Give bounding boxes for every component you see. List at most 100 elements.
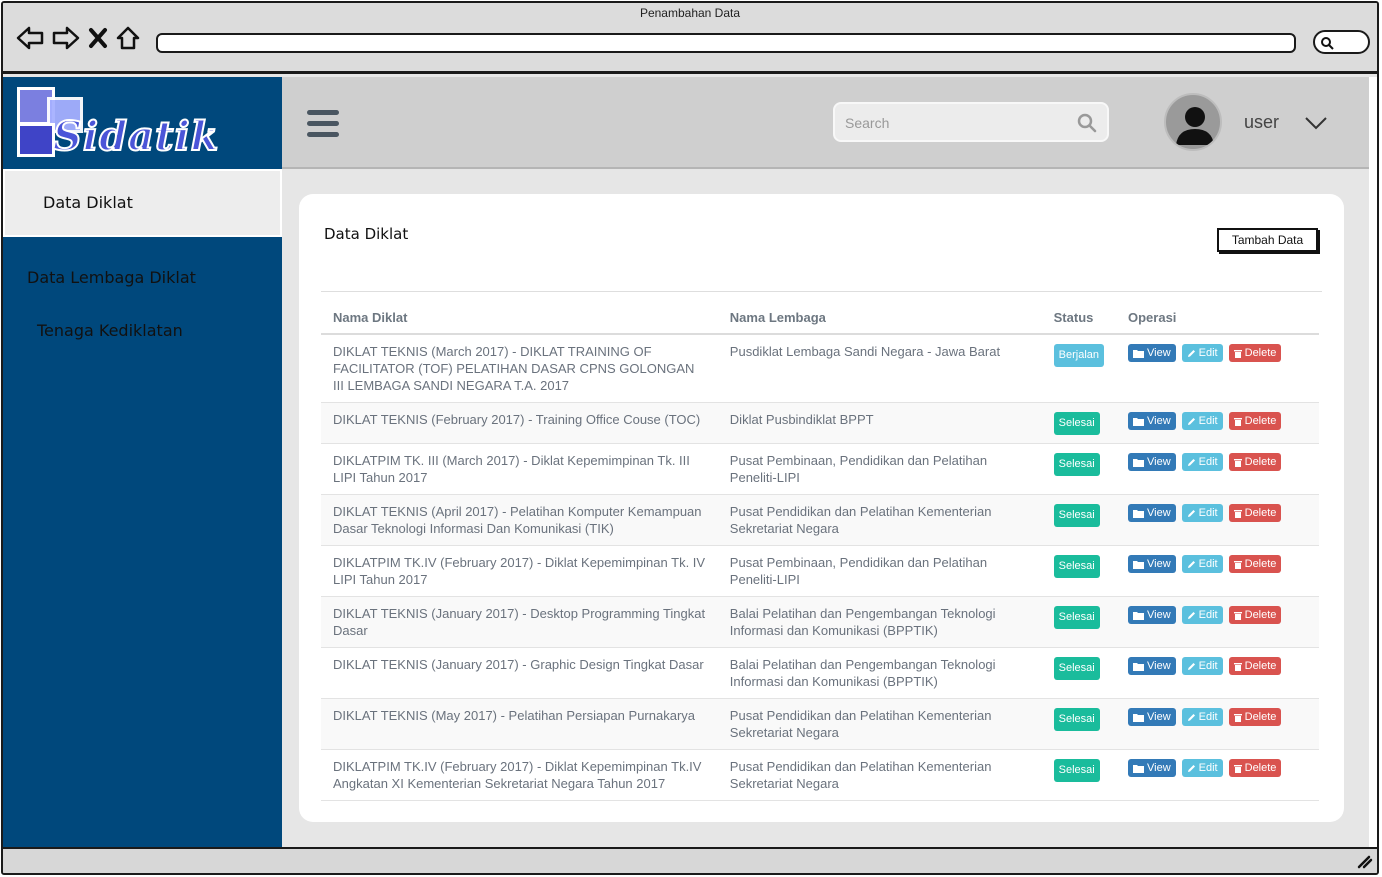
arrow-right-icon[interactable] <box>51 25 81 51</box>
cell-operasi: View Edit Delete <box>1116 749 1319 801</box>
view-button[interactable]: View <box>1128 657 1176 675</box>
delete-button[interactable]: Delete <box>1228 657 1282 675</box>
user-avatar-icon[interactable] <box>1164 93 1222 151</box>
view-button[interactable]: View <box>1128 708 1176 726</box>
edit-button[interactable]: Edit <box>1181 708 1223 726</box>
delete-button-label: Delete <box>1244 347 1277 359</box>
scrollbar-track[interactable] <box>1369 77 1377 847</box>
search-input[interactable] <box>845 112 1065 134</box>
table-row: DIKLATPIM TK.IV (February 2017) - Diklat… <box>321 749 1319 801</box>
home-icon[interactable] <box>115 25 141 51</box>
edit-button-label: Edit <box>1198 711 1218 723</box>
edit-button-label: Edit <box>1198 762 1218 774</box>
column-header-status[interactable]: Status <box>1041 302 1116 335</box>
sidebar-item-label: Data Lembaga Diklat <box>27 268 196 287</box>
folder-icon <box>1133 713 1144 722</box>
address-bar[interactable] <box>156 33 1296 53</box>
delete-button-label: Delete <box>1244 456 1277 468</box>
search-icon <box>1321 37 1334 50</box>
delete-button[interactable]: Delete <box>1228 453 1282 471</box>
edit-button[interactable]: Edit <box>1181 453 1223 471</box>
cell-status: Selesai <box>1041 698 1116 750</box>
edit-button[interactable]: Edit <box>1181 555 1223 573</box>
search-icon[interactable] <box>1077 113 1097 137</box>
status-badge: Selesai <box>1053 657 1100 680</box>
resize-grip-icon[interactable] <box>1355 853 1373 873</box>
user-name[interactable]: user <box>1244 112 1279 133</box>
folder-icon <box>1133 611 1144 620</box>
edit-button[interactable]: Edit <box>1181 504 1223 522</box>
browser-nav <box>15 25 141 51</box>
close-icon[interactable] <box>87 25 109 51</box>
cell-nama-lembaga: Pusat Pembinaan, Pendidikan dan Pelatiha… <box>717 443 1042 495</box>
arrow-left-icon[interactable] <box>15 25 45 51</box>
delete-button-label: Delete <box>1244 762 1277 774</box>
view-button[interactable]: View <box>1128 606 1176 624</box>
delete-button-label: Delete <box>1244 558 1277 570</box>
delete-button[interactable]: Delete <box>1228 708 1282 726</box>
cell-status: Selesai <box>1041 402 1116 444</box>
edit-button[interactable]: Edit <box>1181 412 1223 430</box>
cell-nama-diklat: DIKLAT TEKNIS (March 2017) - DIKLAT TRAI… <box>321 334 718 403</box>
edit-button[interactable]: Edit <box>1181 657 1223 675</box>
app-logo[interactable]: Sidatik <box>13 85 219 161</box>
view-button-label: View <box>1147 558 1171 570</box>
delete-button[interactable]: Delete <box>1228 759 1282 777</box>
add-data-button[interactable]: Tambah Data <box>1217 228 1318 252</box>
view-button[interactable]: View <box>1128 504 1176 522</box>
cell-operasi: View Edit Delete <box>1116 545 1319 597</box>
delete-button[interactable]: Delete <box>1228 412 1282 430</box>
delete-button[interactable]: Delete <box>1228 555 1282 573</box>
sidebar-item-data-diklat[interactable]: Data Diklat <box>3 169 282 237</box>
cell-nama-diklat: DIKLAT TEKNIS (May 2017) - Pelatihan Per… <box>321 698 718 750</box>
delete-button-label: Delete <box>1244 507 1277 519</box>
edit-button[interactable]: Edit <box>1181 344 1223 362</box>
view-button[interactable]: View <box>1128 412 1176 430</box>
table-header-row: Nama Diklat Nama Lembaga Status Operasi <box>321 302 1319 335</box>
edit-button[interactable]: Edit <box>1181 759 1223 777</box>
delete-button[interactable]: Delete <box>1228 606 1282 624</box>
search-box <box>833 102 1109 142</box>
trash-icon <box>1233 349 1242 358</box>
delete-button-label: Delete <box>1244 415 1277 427</box>
view-button[interactable]: View <box>1128 344 1176 362</box>
status-badge: Selesai <box>1053 412 1100 435</box>
data-table: Nama Diklat Nama Lembaga Status Operasi … <box>321 302 1319 801</box>
view-button[interactable]: View <box>1128 453 1176 471</box>
cell-nama-lembaga: Pusdiklat Lembaga Sandi Negara - Jawa Ba… <box>717 334 1042 403</box>
edit-button-label: Edit <box>1198 660 1218 672</box>
cell-nama-diklat: DIKLAT TEKNIS (February 2017) - Training… <box>321 402 718 444</box>
view-button-label: View <box>1147 711 1171 723</box>
cell-nama-diklat: DIKLATPIM TK.IV (February 2017) - Diklat… <box>321 545 718 597</box>
delete-button[interactable]: Delete <box>1228 504 1282 522</box>
view-button-label: View <box>1147 660 1171 672</box>
sidebar-item-tenaga-kediklatan[interactable]: Tenaga Kediklatan <box>3 318 282 348</box>
status-badge: Berjalan <box>1053 344 1104 367</box>
table-row: DIKLAT TEKNIS (April 2017) - Pelatihan K… <box>321 494 1319 546</box>
folder-icon <box>1133 417 1144 426</box>
browser-window: Penambahan Data Sidatik Data Diklat Data… <box>1 1 1379 875</box>
hamburger-icon[interactable] <box>307 110 339 137</box>
status-badge: Selesai <box>1053 555 1100 578</box>
browser-search-field[interactable] <box>1313 30 1370 54</box>
pencil-icon <box>1187 560 1196 569</box>
column-header-nama-lembaga[interactable]: Nama Lembaga <box>717 302 1042 335</box>
trash-icon <box>1233 560 1242 569</box>
edit-button-label: Edit <box>1198 415 1218 427</box>
table-row: DIKLAT TEKNIS (January 2017) - Graphic D… <box>321 647 1319 699</box>
edit-button[interactable]: Edit <box>1181 606 1223 624</box>
view-button-label: View <box>1147 507 1171 519</box>
column-header-nama-diklat[interactable]: Nama Diklat <box>321 302 718 335</box>
cell-nama-lembaga: Pusat Pendidikan dan Pelatihan Kementeri… <box>717 698 1042 750</box>
table-row: DIKLATPIM TK. III (March 2017) - Diklat … <box>321 443 1319 495</box>
delete-button-label: Delete <box>1244 609 1277 621</box>
delete-button-label: Delete <box>1244 711 1277 723</box>
view-button[interactable]: View <box>1128 759 1176 777</box>
chevron-down-icon[interactable] <box>1304 115 1328 135</box>
sidebar-item-data-lembaga-diklat[interactable]: Data Lembaga Diklat <box>3 265 282 295</box>
delete-button[interactable]: Delete <box>1228 344 1282 362</box>
folder-icon <box>1133 764 1144 773</box>
cell-nama-lembaga: Pusat Pendidikan dan Pelatihan Kementeri… <box>717 749 1042 801</box>
table-row: DIKLAT TEKNIS (March 2017) - DIKLAT TRAI… <box>321 334 1319 403</box>
view-button[interactable]: View <box>1128 555 1176 573</box>
